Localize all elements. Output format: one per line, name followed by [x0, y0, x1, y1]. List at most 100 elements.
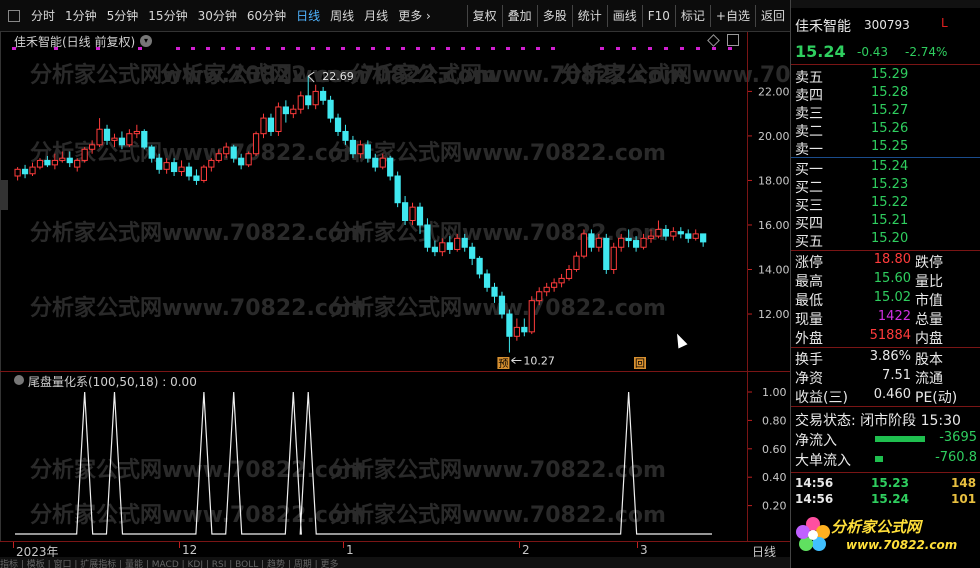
watermark-text: 分析家公式网www.70822.com — [560, 62, 790, 88]
period-tab-7[interactable]: 周线 — [325, 0, 359, 32]
watermark-text: 分析家公式网www.70822.com — [330, 295, 666, 321]
candle-body — [305, 95, 312, 106]
candle-body — [275, 106, 282, 132]
ask-row[interactable]: 卖二 15.26 — [791, 121, 980, 140]
candle-body — [558, 277, 565, 284]
watermark-text: 分析家公式网www.70822.com — [30, 140, 366, 166]
stock-mark: L — [941, 16, 948, 30]
bid-row[interactable]: 买五 15.20 — [791, 231, 980, 250]
tick-time: 14:56 — [795, 492, 834, 506]
period-tab-3[interactable]: 15分钟 — [143, 0, 192, 32]
divider — [791, 250, 980, 251]
toolbar-button-5[interactable]: F10 — [643, 0, 675, 32]
stat-label-2: 总量 — [915, 312, 943, 328]
toolbar-button-4[interactable]: 画线 — [608, 0, 642, 32]
stat-label-2: 内盘 — [915, 331, 943, 347]
orderbook-price: 15.28 — [871, 85, 909, 100]
bid-row[interactable]: 买一 15.24 — [791, 159, 980, 178]
candle-body — [81, 148, 88, 161]
bid-row[interactable]: 买四 15.21 — [791, 213, 980, 232]
tick-row: 14:56 15.23 148 — [791, 476, 980, 492]
flower-logo-icon — [796, 517, 830, 551]
maximize-icon[interactable] — [727, 34, 739, 46]
candle-body — [498, 295, 506, 315]
period-tab-5[interactable]: 60分钟 — [242, 0, 291, 32]
net-inflow-row: 净流入 -3695 — [795, 430, 977, 449]
period-tab-4[interactable]: 30分钟 — [193, 0, 242, 32]
stat-label: 最高 — [795, 274, 823, 290]
candle-body — [409, 206, 416, 222]
divider — [791, 347, 980, 348]
period-tab-6[interactable]: 日线 — [291, 0, 325, 32]
ask-row[interactable]: 卖四 15.28 — [791, 85, 980, 104]
period-tab-8[interactable]: 月线 — [359, 0, 393, 32]
candle-body — [215, 153, 222, 161]
indicator-chart[interactable]: 分析家公式网www.70822.com分析家公式网www.70822.com分析… — [0, 372, 790, 541]
ask-row[interactable]: 卖五 15.29 — [791, 67, 980, 86]
chart-header: 佳禾智能(日线 前复权) ▾ — [0, 32, 748, 50]
candle-body — [394, 175, 401, 204]
chart-menu-icon[interactable]: ▾ — [140, 35, 152, 47]
orderbook-label: 卖二 — [795, 124, 823, 140]
toolbar-button-0[interactable]: 复权 — [468, 0, 502, 32]
window-toggle-icon[interactable] — [8, 10, 20, 22]
orderbook-label: 买二 — [795, 180, 823, 196]
high-label: 22.69 — [322, 70, 354, 83]
divider — [791, 472, 980, 473]
big-inflow-row: 大单流入 -760.8 — [795, 450, 977, 469]
toolbar-button-6[interactable]: 标记 — [676, 0, 710, 32]
x-tick-mark — [637, 542, 638, 548]
candle-body — [66, 157, 73, 164]
candle-body — [334, 117, 342, 132]
candle-body — [483, 273, 491, 288]
candle-body — [111, 137, 118, 141]
candle-body — [632, 240, 640, 248]
candle-body — [126, 133, 133, 146]
y-tick-label: 14.00 — [758, 263, 790, 276]
bid-row[interactable]: 买二 15.23 — [791, 177, 980, 196]
stat-label-2: 股本 — [915, 352, 943, 368]
low-arrow-icon — [511, 357, 522, 364]
y-tick-label: 12.00 — [758, 308, 790, 321]
period-tab-2[interactable]: 5分钟 — [102, 0, 144, 32]
candle-body — [133, 130, 140, 135]
ask-row[interactable]: 卖一 15.25 — [791, 139, 980, 158]
candle-body — [21, 168, 29, 175]
y-tick-label: 18.00 — [758, 174, 790, 187]
period-tab-0[interactable]: 分时 — [26, 0, 60, 32]
candle-body — [178, 166, 185, 173]
stat-value: 7.51 — [882, 368, 911, 383]
toolbar-button-8[interactable]: 返回 — [756, 0, 790, 32]
toolbar-button-7[interactable]: +自选 — [711, 0, 755, 32]
toolbar-button-3[interactable]: 统计 — [573, 0, 607, 32]
marker-yu: 预 — [498, 358, 508, 370]
stat-label: 最低 — [795, 293, 823, 309]
candle-body — [677, 231, 684, 235]
stat-value: 15.60 — [873, 271, 911, 286]
indicator-menu-icon[interactable] — [14, 375, 24, 385]
bottom-tabs[interactable]: 指标 | 模板 | 窗口 | 扩展指标 | 量能 | MACD | KDJ | … — [0, 557, 790, 568]
y-tick-label: 1.00 — [762, 386, 787, 399]
candle-body — [342, 130, 349, 141]
candlestick-chart[interactable]: 分析家公式网www.70822.com 分析家公式网www.70822.com 分析… — [0, 50, 790, 371]
period-tab-1[interactable]: 1分钟 — [60, 0, 102, 32]
candle-body — [528, 300, 535, 333]
toolbar-button-2[interactable]: 多股 — [538, 0, 572, 32]
diamond-icon[interactable] — [707, 34, 720, 47]
candle-body — [208, 159, 215, 168]
stat-label-2: 市值 — [915, 293, 943, 309]
candle-body — [238, 157, 245, 166]
candle-body — [44, 159, 51, 166]
orderbook-price: 15.23 — [871, 177, 909, 192]
toolbar-button-1[interactable]: 叠加 — [503, 0, 537, 32]
y-tick-label: 16.00 — [758, 219, 790, 232]
bid-row[interactable]: 买三 15.22 — [791, 195, 980, 214]
indicator-title: 尾盘量化系(100,50,18) : 0.00 — [28, 375, 197, 389]
trade-status: 交易状态: 闭市阶段 15:30 — [795, 413, 961, 429]
tick-row: 14:56 15.24 101 — [791, 492, 980, 508]
candle-body — [141, 130, 148, 148]
stat-row: 收益(三) 0.460 PE(动) — [791, 387, 980, 406]
period-tab-9[interactable]: 更多 › — [393, 0, 436, 32]
watermark-text: 分析家公式网www.70822.com — [330, 502, 666, 528]
ask-row[interactable]: 卖三 15.27 — [791, 103, 980, 122]
